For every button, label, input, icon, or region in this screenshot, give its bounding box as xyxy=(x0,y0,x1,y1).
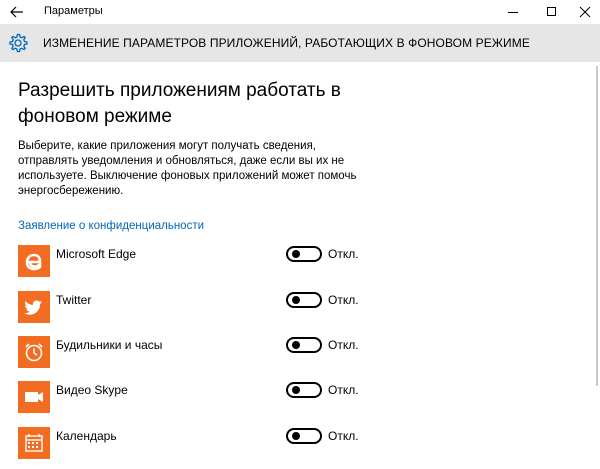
app-row-alarms: Будильники и часы Откл. xyxy=(18,336,378,368)
toggle-knob xyxy=(292,386,300,394)
maximize-button[interactable] xyxy=(536,2,566,22)
back-arrow-icon xyxy=(10,6,23,18)
toggle-knob xyxy=(292,341,300,349)
toggle-state-label: Откл. xyxy=(328,293,359,307)
app-row-edge: Microsoft Edge Откл. xyxy=(18,245,378,277)
app-name: Microsoft Edge xyxy=(56,247,137,261)
maximize-icon xyxy=(547,7,556,16)
twitter-bird-icon xyxy=(18,291,50,323)
toggle-knob xyxy=(292,296,300,304)
settings-header: ИЗМЕНЕНИЕ ПАРАМЕТРОВ ПРИЛОЖЕНИЙ, РАБОТАЮ… xyxy=(0,24,600,62)
video-camera-icon xyxy=(18,381,50,413)
twitter-background-toggle[interactable] xyxy=(286,292,322,308)
edge-background-toggle[interactable] xyxy=(286,246,322,262)
close-icon xyxy=(579,6,591,18)
alarm-clock-icon xyxy=(18,336,50,368)
window-title: Параметры xyxy=(44,5,103,17)
minimize-button[interactable] xyxy=(498,2,528,22)
page-description: Выберите, какие приложения могут получат… xyxy=(18,140,357,197)
close-button[interactable] xyxy=(570,2,600,22)
toggle-knob xyxy=(292,432,300,440)
minimize-icon xyxy=(508,12,518,13)
app-name: Будильники и часы xyxy=(56,338,163,352)
app-row-skype-video: Видео Skype Откл. xyxy=(18,381,378,413)
toggle-knob xyxy=(292,250,300,258)
toggle-state-label: Откл. xyxy=(328,338,359,352)
calendar-background-toggle[interactable] xyxy=(286,428,322,444)
app-name: Twitter xyxy=(56,293,92,307)
page-title: Разрешить приложениям работать в фоновом… xyxy=(18,80,341,127)
alarms-background-toggle[interactable] xyxy=(286,337,322,353)
back-button[interactable] xyxy=(6,2,28,22)
app-name: Видео Skype xyxy=(56,383,128,397)
calendar-icon xyxy=(18,427,50,459)
privacy-statement-link[interactable]: Заявление о конфиденциальности xyxy=(18,220,204,232)
skype-video-background-toggle[interactable] xyxy=(286,382,322,398)
toggle-state-label: Откл. xyxy=(328,429,359,443)
page-header-title: ИЗМЕНЕНИЕ ПАРАМЕТРОВ ПРИЛОЖЕНИЙ, РАБОТАЮ… xyxy=(43,36,530,50)
toggle-state-label: Откл. xyxy=(328,247,359,261)
toggle-state-label: Откл. xyxy=(328,383,359,397)
app-row-calendar: Календарь Откл. xyxy=(18,427,378,459)
app-row-twitter: Twitter Откл. xyxy=(18,291,378,323)
gear-icon xyxy=(9,33,28,53)
app-name: Календарь xyxy=(56,429,117,443)
title-bar: Параметры xyxy=(0,0,600,24)
edge-icon xyxy=(18,245,50,277)
main-content: Разрешить приложениям работать в фоновом… xyxy=(0,62,590,469)
scrollbar[interactable] xyxy=(596,66,598,386)
